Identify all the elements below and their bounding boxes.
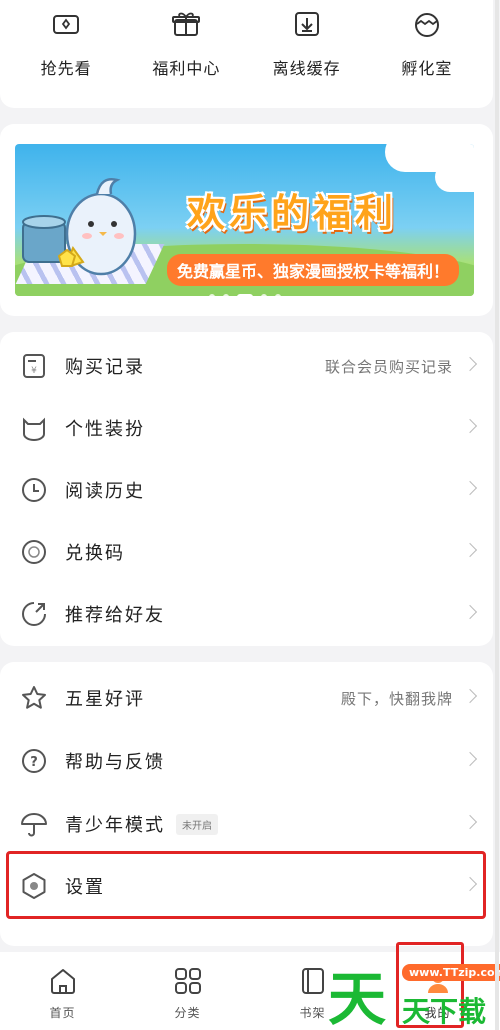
scrollbar[interactable] bbox=[495, 0, 499, 1030]
watermark-url: www.TTzip.com bbox=[402, 964, 500, 981]
svg-text:¥: ¥ bbox=[31, 366, 37, 376]
quick-item-label: 离线缓存 bbox=[272, 59, 341, 78]
menu-item-label: 帮助与反馈 bbox=[65, 752, 165, 773]
pagination-dot-active bbox=[236, 294, 253, 296]
quick-item-welfare[interactable]: 福利中心 bbox=[131, 0, 241, 108]
download-icon bbox=[294, 12, 319, 36]
tab-label: 首页 bbox=[49, 1006, 76, 1020]
grid-icon bbox=[174, 968, 201, 994]
chevron-right-icon bbox=[462, 418, 478, 434]
menu-item-label: 购买记录 bbox=[65, 357, 145, 378]
chevron-right-icon bbox=[462, 604, 478, 620]
tab-category[interactable]: 分类 bbox=[125, 952, 250, 1030]
menu-item-sub: 联合会员购买记录 bbox=[324, 358, 453, 376]
chevron-right-icon bbox=[462, 814, 478, 830]
chevron-right-icon bbox=[462, 480, 478, 496]
ticket-icon bbox=[53, 15, 80, 34]
book-icon bbox=[301, 968, 324, 994]
tab-label: 分类 bbox=[174, 1006, 201, 1020]
tab-label: 书架 bbox=[299, 1006, 326, 1020]
menu-item-label: 阅读历史 bbox=[65, 481, 145, 502]
umbrella-icon bbox=[21, 813, 47, 837]
pagination-dot bbox=[222, 294, 229, 296]
quick-actions-card: 抢先看 福利中心 离线缓存 孵化室 bbox=[0, 0, 493, 108]
chevron-right-icon bbox=[462, 751, 478, 767]
clock-icon bbox=[22, 478, 46, 502]
gift-icon bbox=[172, 12, 201, 36]
menu-item-purchase-history[interactable]: ¥ 购买记录 联合会员购买记录 bbox=[0, 334, 493, 396]
promo-banner[interactable]: 欢乐的福利 免费赢星币、独家漫画授权卡等福利！ bbox=[15, 144, 474, 296]
egg-icon bbox=[414, 13, 439, 37]
quick-item-offline[interactable]: 离线缓存 bbox=[252, 0, 362, 108]
menu-item-reading-history[interactable]: 阅读历史 bbox=[0, 458, 493, 520]
menu-item-five-star-review[interactable]: 五星好评 殿下，快翻我牌 bbox=[0, 666, 493, 728]
pagination-dot bbox=[208, 294, 215, 296]
receipt-icon: ¥ bbox=[23, 354, 45, 378]
menu-item-recommend-friends[interactable]: 推荐给好友 bbox=[0, 582, 493, 644]
chevron-right-icon bbox=[462, 356, 478, 372]
youth-mode-status-badge: 未开启 bbox=[176, 814, 218, 835]
menu-item-label: 青少年模式 bbox=[65, 815, 165, 836]
settings-highlight-box bbox=[6, 851, 486, 919]
quick-item-label: 福利中心 bbox=[152, 59, 221, 78]
pagination-dot bbox=[260, 294, 267, 296]
menu-item-label: 个性装扮 bbox=[65, 419, 145, 440]
quick-item-label: 孵化室 bbox=[401, 59, 453, 78]
penguin-mascot-icon bbox=[22, 178, 137, 276]
site-watermark: 天 www.TTzip.com 天下载 bbox=[328, 948, 500, 1030]
quick-item-preview[interactable]: 抢先看 bbox=[11, 0, 121, 108]
menu-item-redeem-code[interactable]: 兑换码 bbox=[0, 520, 493, 582]
banner-subtitle: 免费赢星币、独家漫画授权卡等福利！ bbox=[167, 254, 460, 286]
menu-item-sub: 殿下，快翻我牌 bbox=[340, 690, 453, 708]
tab-home[interactable]: 首页 bbox=[0, 952, 125, 1030]
menu-item-label: 兑换码 bbox=[65, 543, 125, 564]
banner-title: 欢乐的福利 bbox=[187, 191, 398, 235]
menu-group-account: ¥ 购买记录 联合会员购买记录 个性装扮 阅读历史 兑换码 推荐给好友 bbox=[0, 332, 493, 646]
banner-card: 欢乐的福利 免费赢星币、独家漫画授权卡等福利！ bbox=[0, 124, 493, 316]
menu-item-personal-style[interactable]: 个性装扮 bbox=[0, 396, 493, 458]
watermark-big-char: 天 bbox=[328, 965, 387, 1030]
svg-text:?: ? bbox=[30, 755, 38, 770]
pagination-dot bbox=[274, 294, 281, 296]
quick-item-incubator[interactable]: 孵化室 bbox=[372, 0, 482, 108]
home-icon bbox=[50, 969, 75, 994]
cat-face-icon bbox=[23, 417, 45, 441]
redeem-icon bbox=[22, 540, 46, 564]
chevron-right-icon bbox=[462, 688, 478, 704]
menu-item-help-feedback[interactable]: ? 帮助与反馈 bbox=[0, 729, 493, 791]
chevron-right-icon bbox=[462, 542, 478, 558]
banner-pagination bbox=[15, 293, 474, 296]
help-icon: ? bbox=[22, 749, 46, 773]
menu-item-label: 推荐给好友 bbox=[65, 605, 165, 626]
watermark-text: 天下载 bbox=[402, 995, 487, 1028]
quick-item-label: 抢先看 bbox=[40, 59, 92, 78]
menu-item-label: 五星好评 bbox=[65, 689, 145, 710]
star-icon bbox=[22, 686, 46, 709]
share-icon bbox=[22, 602, 46, 626]
menu-item-youth-mode[interactable]: 青少年模式 未开启 bbox=[0, 792, 493, 854]
